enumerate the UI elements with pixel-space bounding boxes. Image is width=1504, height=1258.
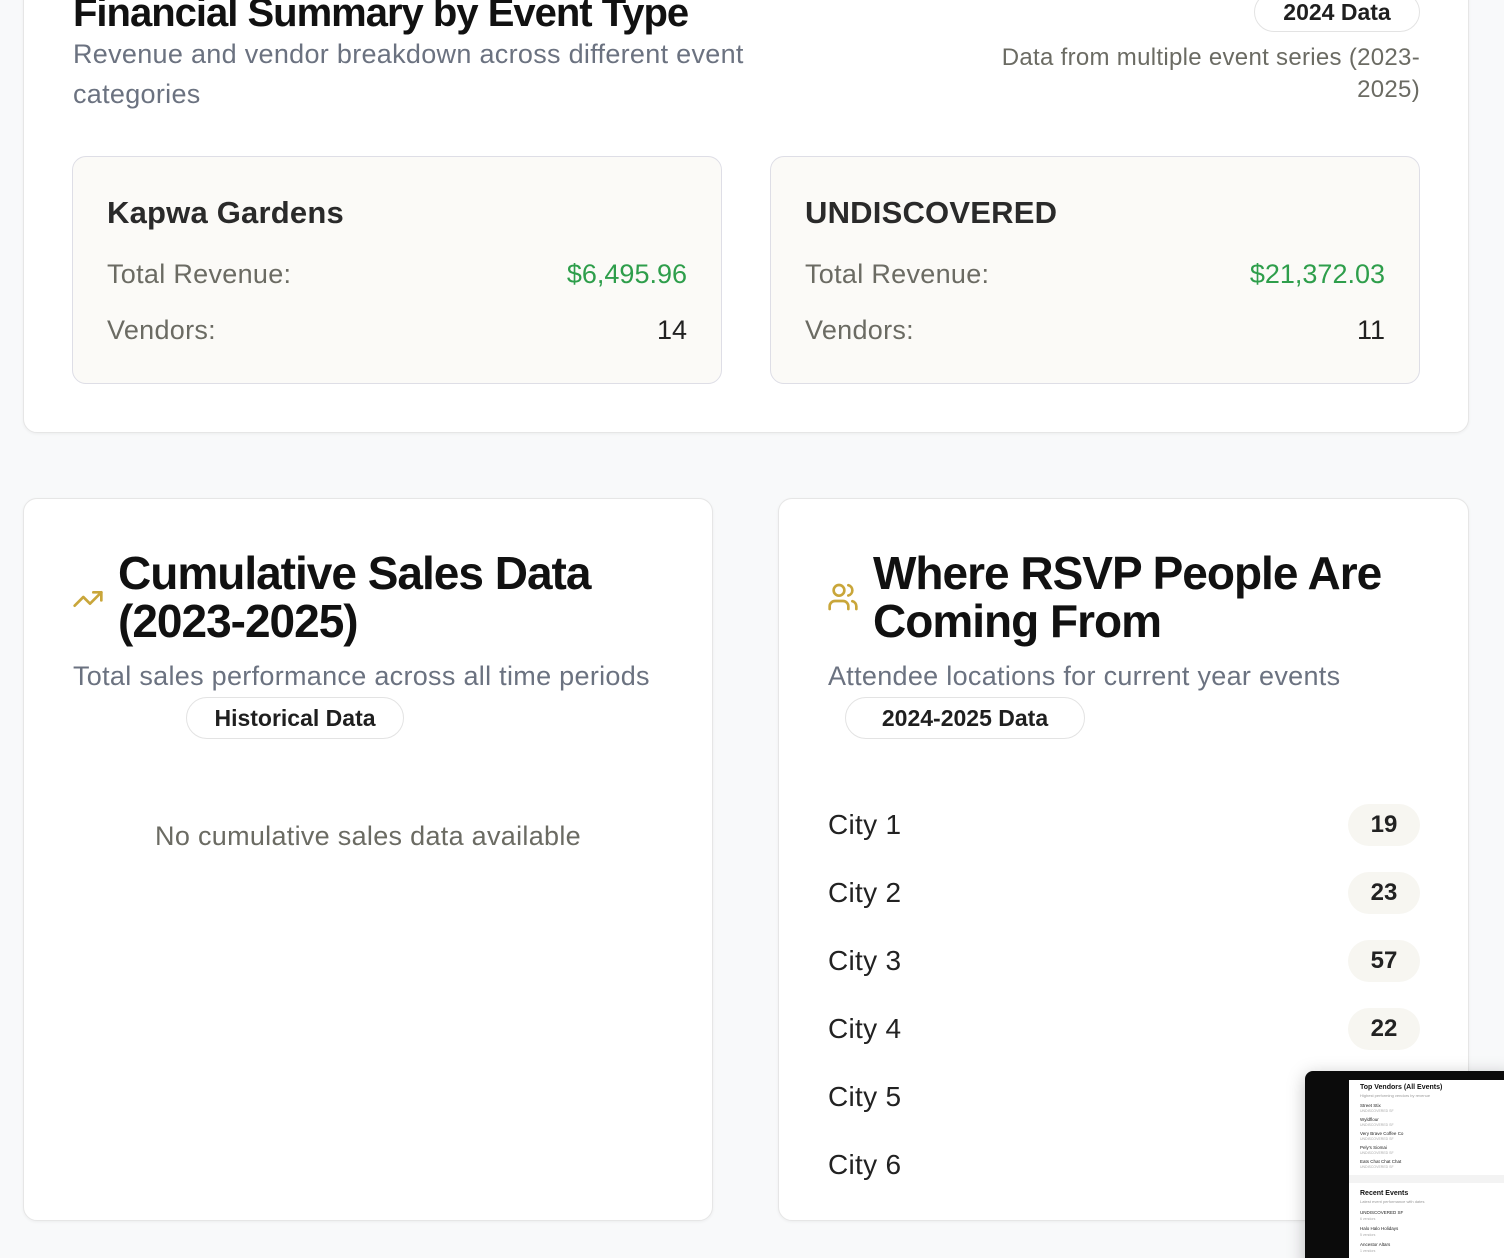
city-name: City 3 [828,945,902,976]
total-revenue-value: $21,372.03 [1249,258,1385,289]
thumb-vendors-title: Top Vendors (All Events) [1360,1084,1443,1091]
financial-summary-card: Financial Summary by Event Type Revenue … [23,0,1469,433]
event-name: Kapwa Gardens [107,195,344,230]
users-icon [828,583,858,611]
thumb-vendor-detail: UNDISCOVERED SF [1360,1123,1394,1127]
total-revenue-value: $6,495.96 [566,258,687,289]
vendors-count: 14 [656,314,687,345]
cumulative-sales-title: Cumulative Sales Data (2023-2025) [118,547,591,647]
cumulative-sales-subtitle: Total sales performance across all time … [73,661,650,691]
financial-summary-subtitle: Revenue and vendor breakdown across diff… [73,39,744,109]
financial-summary-title: Financial Summary by Event Type [73,0,689,35]
thumb-vendor-name: Street Stix [1360,1103,1381,1108]
empty-state-message: No cumulative sales data available [155,821,581,851]
trending-up-icon [73,591,103,607]
thumb-vendor-detail: UNDISCOVERED SF [1360,1109,1394,1113]
event-summary-undiscovered: UNDISCOVERED Total Revenue: $21,372.03 V… [770,156,1420,384]
city-count-badge: 22 [1348,1008,1420,1050]
data-range-badge: 2024-2025 Data [845,697,1085,739]
city-count-badge: 19 [1348,804,1420,846]
thumb-divider [1349,1175,1504,1183]
total-revenue-label: Total Revenue: [107,258,292,289]
vendors-label: Vendors: [805,314,914,345]
thumb-event-name: Halo Halo Holidays [1360,1226,1399,1231]
cumulative-sales-card: Cumulative Sales Data (2023-2025) Total … [23,498,713,1221]
total-revenue-row: Total Revenue: $6,495.96 [107,254,687,294]
thumb-event-detail: 5 vendors [1360,1233,1376,1237]
thumb-event-detail: 6 vendors [1360,1217,1376,1221]
thumb-events-subtitle: Latest event performance with dates [1360,1199,1425,1204]
list-item: City 2 23 [828,859,1420,927]
list-item: City 3 57 [828,927,1420,995]
thumb-vendors-subtitle: Highest performing vendors by revenue [1360,1093,1431,1098]
thumb-events-title: Recent Events [1360,1190,1409,1197]
screenshot-thumbnail[interactable]: Top Vendors (All Events) Highest perform… [1305,1071,1504,1258]
list-item: City 1 19 [828,791,1420,859]
vendors-row: Vendors: 11 [805,310,1385,350]
city-name: City 6 [828,1149,902,1180]
vendors-label: Vendors: [107,314,216,345]
city-count-badge: 23 [1348,872,1420,914]
data-source-note: Data from multiple event series (2023-20… [1001,44,1420,103]
vendors-count: 11 [1356,314,1385,345]
list-item: City 4 22 [828,995,1420,1063]
event-summary-kapwa-gardens: Kapwa Gardens Total Revenue: $6,495.96 V… [72,156,722,384]
thumb-event-name: UNDISCOVERED SF [1360,1210,1404,1215]
total-revenue-row: Total Revenue: $21,372.03 [805,254,1385,294]
thumb-vendor-name: Wyldflour [1360,1117,1379,1122]
thumb-vendor-name: Eats Chat Chat Chat [1360,1159,1402,1164]
rsvp-locations-subtitle: Attendee locations for current year even… [828,661,1341,691]
city-name: City 4 [828,1013,902,1044]
thumb-event-name: Ancestor Altars [1360,1242,1391,1247]
city-name: City 1 [828,809,902,840]
event-name: UNDISCOVERED [805,195,1058,230]
vendors-row: Vendors: 14 [107,310,687,350]
thumb-vendor-detail: UNDISCOVERED SF [1360,1137,1394,1141]
thumb-event-detail: 1 vendors [1360,1249,1376,1253]
rsvp-locations-title: Where RSVP People Are Coming From [873,547,1382,647]
thumb-vendor-detail: UNDISCOVERED SF [1360,1151,1394,1155]
thumb-vendor-name: Pely's Siomai [1360,1145,1387,1150]
city-count-badge: 57 [1348,940,1420,982]
total-revenue-label: Total Revenue: [805,258,990,289]
thumb-vendor-name: Very Brave Coffee Co [1360,1131,1404,1136]
city-name: City 5 [828,1081,902,1112]
thumbnail-page-preview: Top Vendors (All Events) Highest perform… [1349,1080,1504,1258]
data-year-badge: 2024 Data [1254,0,1420,32]
city-name: City 2 [828,877,902,908]
thumb-vendor-detail: UNDISCOVERED SF [1360,1165,1394,1169]
historical-data-badge: Historical Data [186,697,404,739]
